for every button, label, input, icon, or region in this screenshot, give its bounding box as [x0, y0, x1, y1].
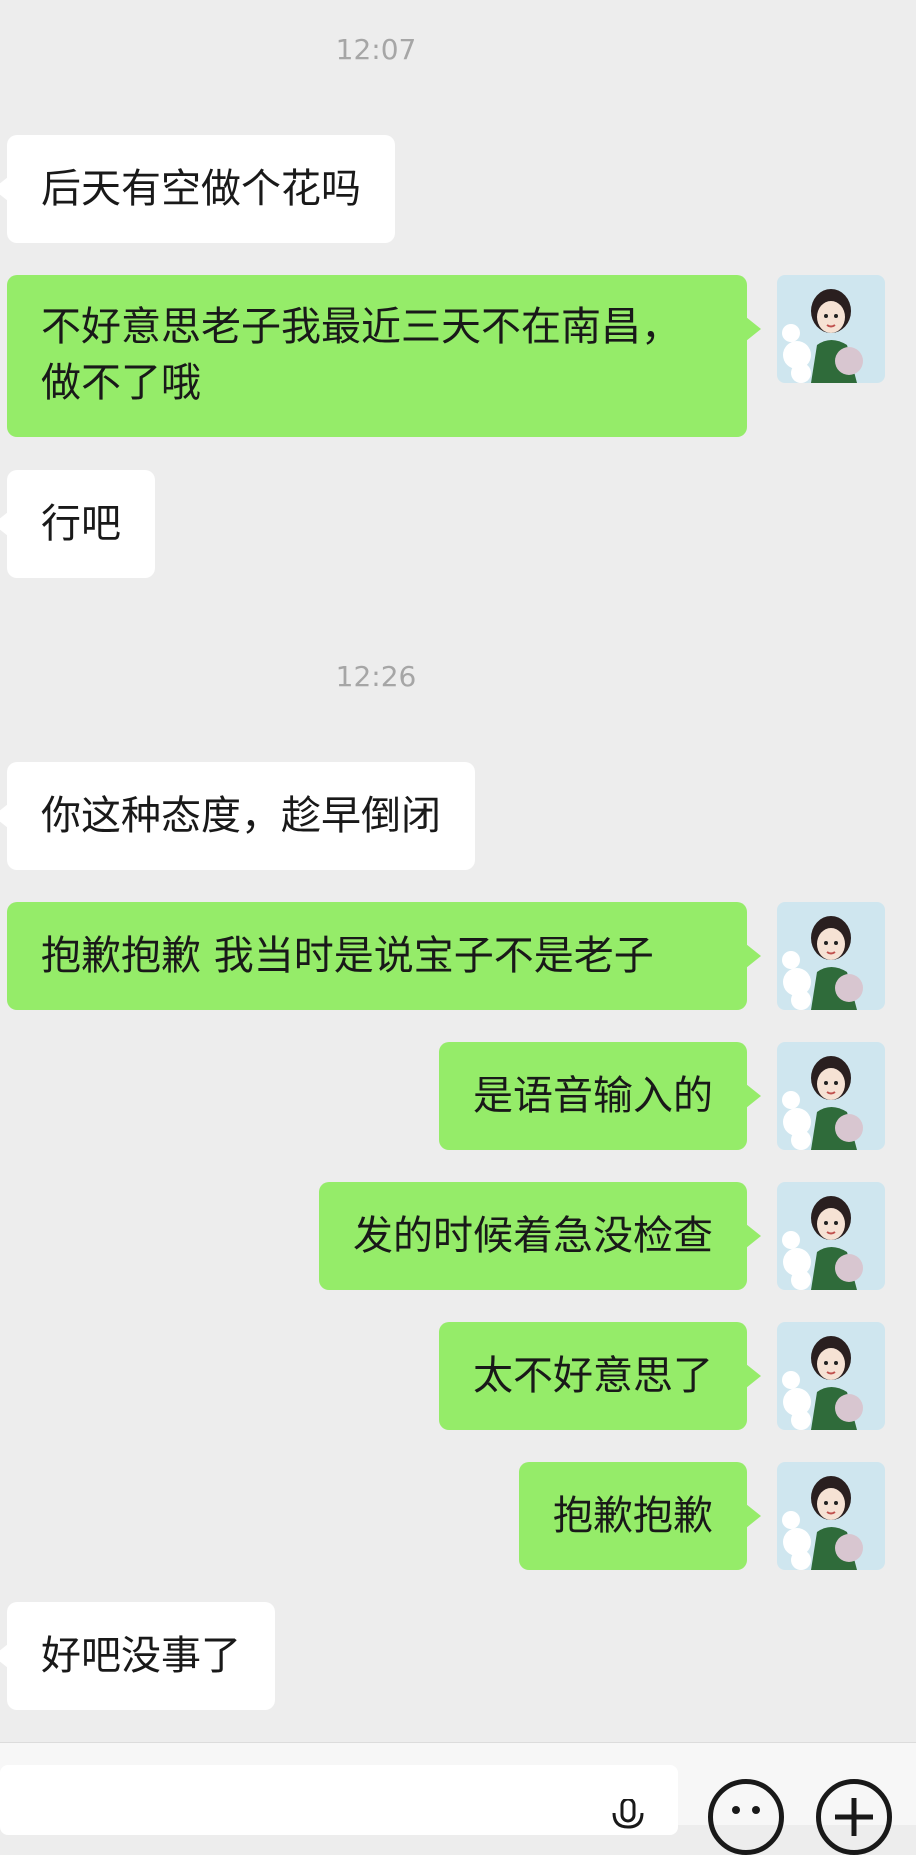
- self-avatar[interactable]: [777, 1462, 885, 1570]
- outgoing-message-bubble[interactable]: 抱歉抱歉 我当时是说宝子不是老子: [7, 902, 761, 1010]
- input-bar: [0, 1742, 916, 1855]
- timestamp: 12:07: [335, 33, 417, 66]
- plus-icon[interactable]: [816, 1779, 892, 1855]
- self-avatar[interactable]: [777, 1182, 885, 1290]
- microphone-icon[interactable]: [610, 1799, 646, 1829]
- incoming-message-bubble[interactable]: 行吧: [0, 470, 155, 578]
- outgoing-message-bubble[interactable]: 发的时候着急没检查: [319, 1182, 761, 1290]
- self-avatar[interactable]: [777, 1322, 885, 1430]
- outgoing-message-bubble[interactable]: 是语音输入的: [439, 1042, 761, 1150]
- avatar-illustration-icon: [777, 1182, 885, 1290]
- timestamp: 12:26: [335, 660, 417, 693]
- message-input[interactable]: [0, 1765, 678, 1835]
- incoming-message-bubble[interactable]: 好吧没事了: [0, 1602, 275, 1710]
- avatar-illustration-icon: [777, 1462, 885, 1570]
- avatar-illustration-icon: [777, 902, 885, 1010]
- self-avatar[interactable]: [777, 1042, 885, 1150]
- outgoing-message-bubble[interactable]: 不好意思老子我最近三天不在南昌，做不了哦: [7, 275, 761, 437]
- avatar-illustration-icon: [777, 1322, 885, 1430]
- avatar-illustration-icon: [777, 1042, 885, 1150]
- self-avatar[interactable]: [777, 902, 885, 1010]
- avatar-illustration-icon: [777, 275, 885, 383]
- outgoing-message-bubble[interactable]: 抱歉抱歉: [519, 1462, 761, 1570]
- emoji-icon[interactable]: [708, 1779, 784, 1855]
- chat-area: 12:07 后天有空做个花吗 不好意思老子我最近三天不在南昌，做不了哦 行吧 1…: [0, 0, 916, 1742]
- outgoing-message-bubble[interactable]: 太不好意思了: [439, 1322, 761, 1430]
- incoming-message-bubble[interactable]: 你这种态度，趁早倒闭: [0, 762, 475, 870]
- incoming-message-bubble[interactable]: 后天有空做个花吗: [0, 135, 395, 243]
- self-avatar[interactable]: [777, 275, 885, 383]
